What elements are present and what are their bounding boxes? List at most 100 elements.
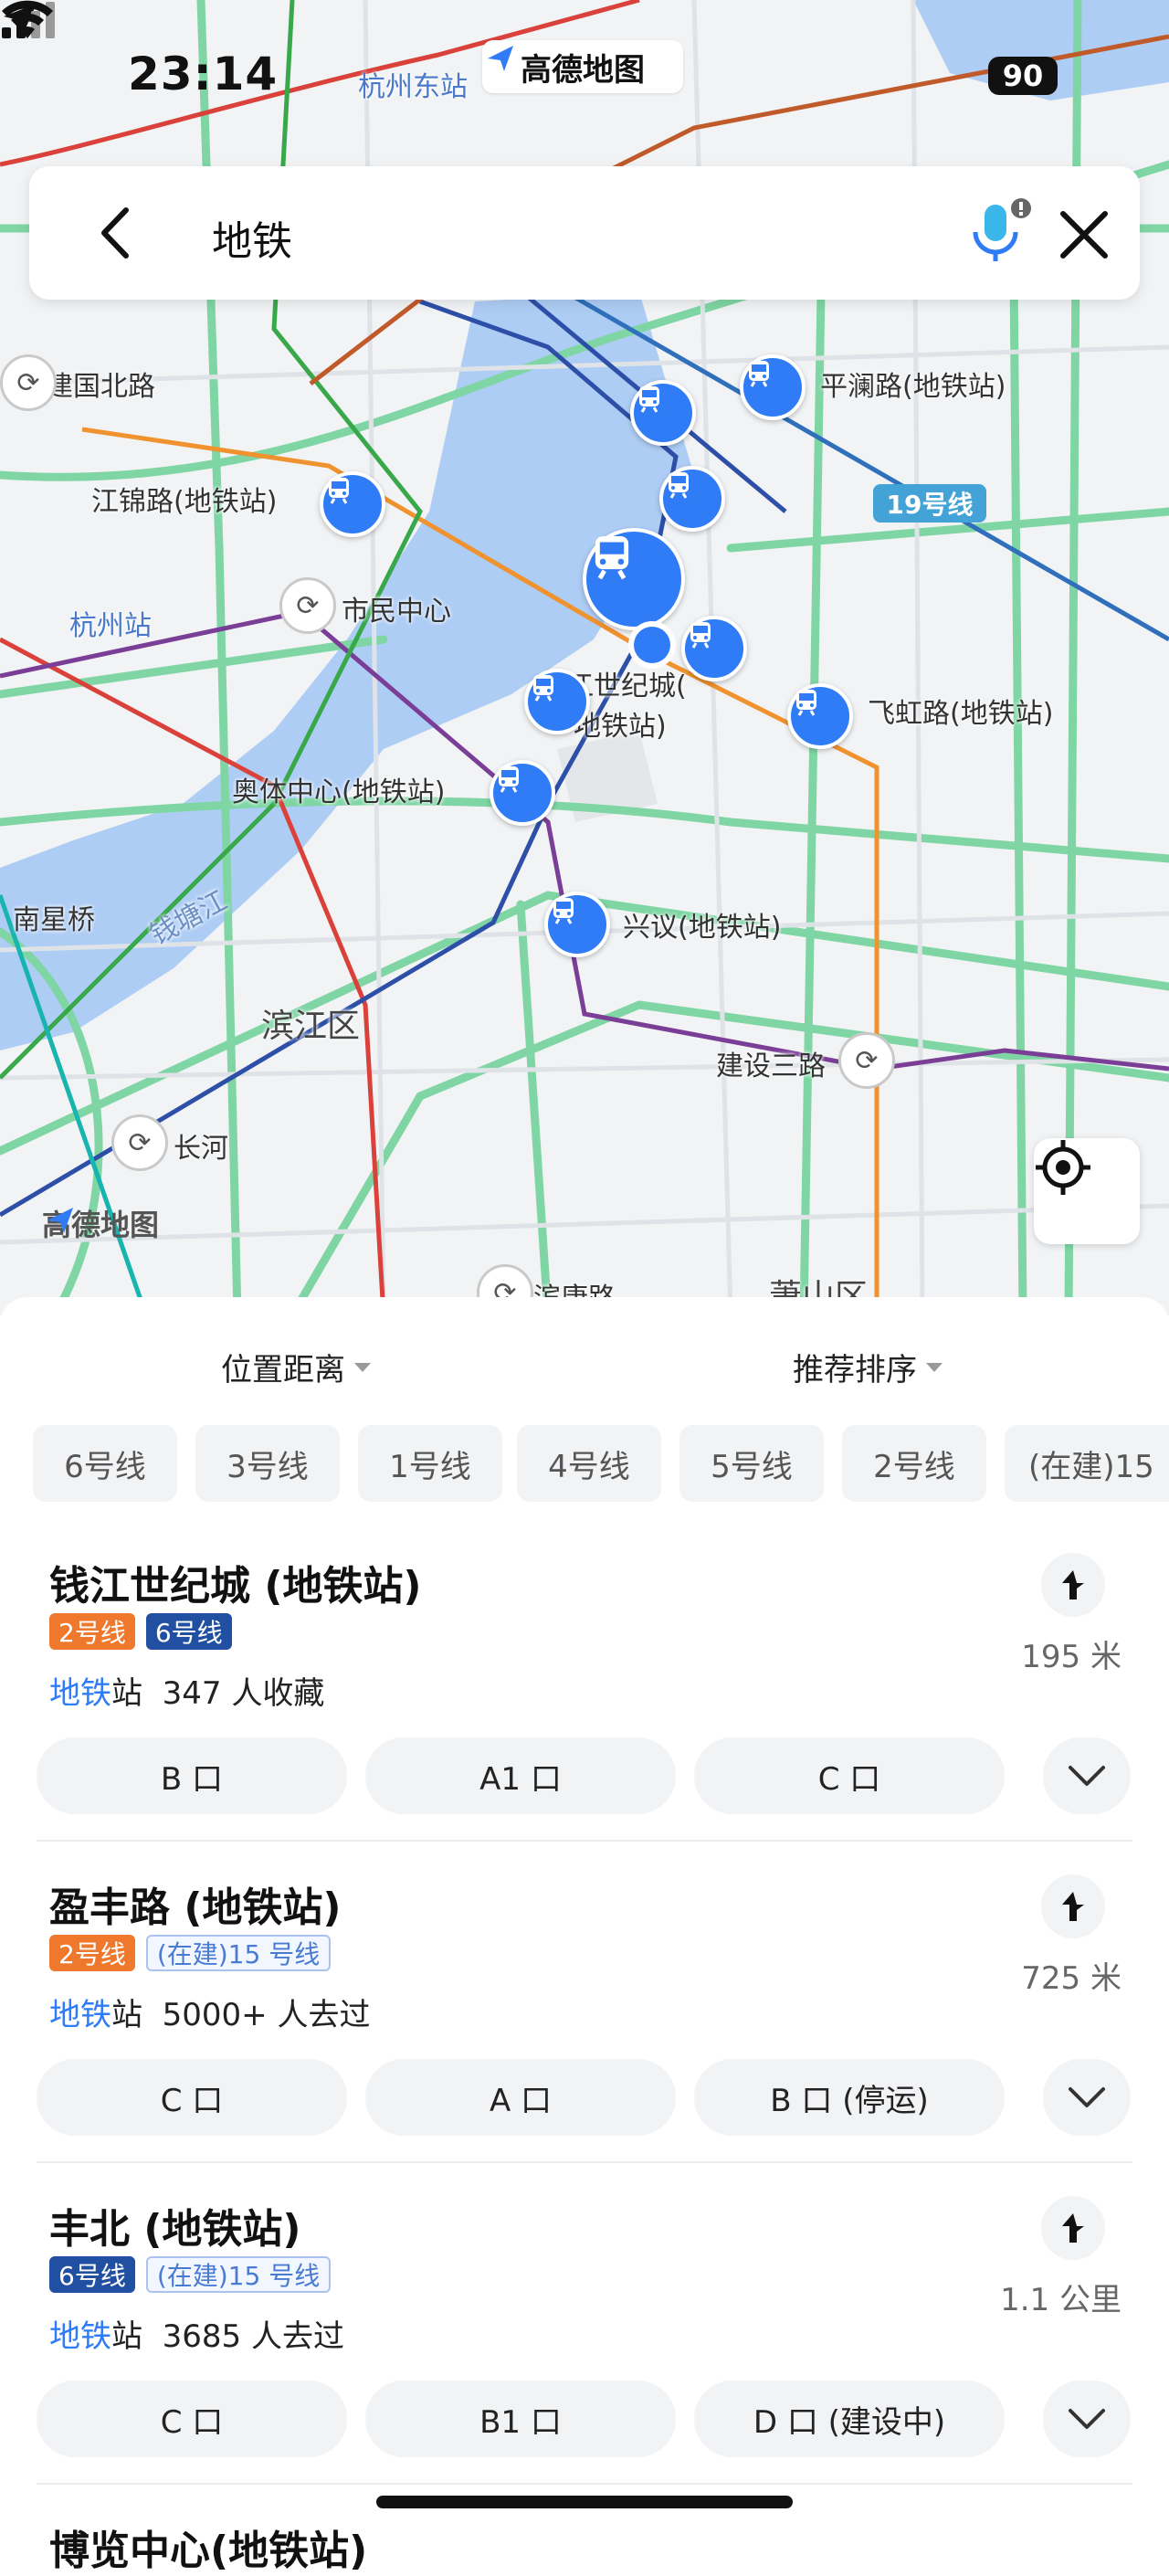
map-label-nanxing: 南星桥 bbox=[13, 904, 95, 936]
result-line-tags: 6号线 (在建)15 号线 bbox=[49, 2256, 332, 2295]
recommend-sort-dropdown[interactable]: 推荐排序 bbox=[793, 1345, 943, 1389]
distance-filter-label: 位置距离 bbox=[221, 1352, 345, 1388]
exit-buttons: C 口 B1 口 D 口 (建设中) bbox=[37, 2381, 1132, 2457]
result-meta: 地铁站 3685 人去过 bbox=[49, 2311, 344, 2356]
line-filter-chips: 6号线 3号线 1号线 4号线 5号线 2号线 (在建)15 bbox=[33, 1425, 1169, 1502]
station-pin-icon[interactable] bbox=[630, 380, 696, 446]
recommend-sort-label: 推荐排序 bbox=[793, 1352, 917, 1388]
home-indicator[interactable] bbox=[376, 2496, 793, 2508]
result-keyword: 地铁 bbox=[49, 1675, 111, 1712]
chip-line-6[interactable]: 6号线 bbox=[33, 1425, 177, 1502]
map-label-binjiang: 滨江区 bbox=[261, 1008, 361, 1045]
station-pin-icon[interactable] bbox=[490, 760, 555, 826]
divider bbox=[37, 1840, 1132, 1842]
map-label-feihong: 飞虹路(地铁站) bbox=[868, 698, 1054, 730]
exit-button[interactable]: B 口 bbox=[37, 1737, 347, 1814]
locate-me-button[interactable] bbox=[1034, 1138, 1140, 1244]
chip-line-4[interactable]: 4号线 bbox=[517, 1425, 661, 1502]
back-arrow-icon[interactable] bbox=[86, 201, 150, 265]
transfer-station-icon[interactable]: ⟳ bbox=[279, 577, 336, 634]
result-keyword: 地铁 bbox=[49, 2318, 111, 2355]
expand-exits-button[interactable] bbox=[1043, 1737, 1131, 1814]
expand-exits-button[interactable] bbox=[1043, 2381, 1131, 2457]
results-sheet: 位置距离 推荐排序 6号线 3号线 1号线 4号线 5号线 2号线 (在建)15… bbox=[0, 1297, 1169, 2534]
app-name: 高德地图 bbox=[521, 51, 645, 89]
battery-indicator: 90 bbox=[988, 57, 1058, 95]
line-tag: (在建)15 号线 bbox=[145, 2256, 332, 2293]
station-pin-icon[interactable] bbox=[659, 466, 725, 532]
sort-row: 位置距离 推荐排序 bbox=[0, 1345, 1169, 1418]
chip-line-1[interactable]: 1号线 bbox=[358, 1425, 502, 1502]
exit-button[interactable]: C 口 bbox=[37, 2381, 347, 2457]
result-distance: 195 米 bbox=[1021, 1639, 1122, 1675]
turn-arrow-icon bbox=[1062, 1570, 1084, 1599]
result-name: 盈丰路 (地铁站) bbox=[49, 1884, 342, 1931]
chip-line-5[interactable]: 5号线 bbox=[679, 1425, 824, 1502]
result-meta: 地铁站 5000+ 人去过 bbox=[49, 1990, 370, 2034]
search-bar: 地铁 bbox=[29, 166, 1140, 300]
line-tag: 2号线 bbox=[49, 1935, 135, 1971]
transfer-station-icon[interactable]: ⟳ bbox=[0, 354, 57, 411]
directions-button[interactable] bbox=[1041, 2196, 1105, 2260]
result-category: 站 bbox=[111, 2318, 142, 2355]
divider bbox=[37, 2161, 1132, 2163]
transfer-station-icon[interactable]: ⟳ bbox=[111, 1114, 168, 1171]
result-line-tags: 2号线 (在建)15 号线 bbox=[49, 1935, 332, 1973]
exit-button[interactable]: B 口 (停运) bbox=[694, 2059, 1005, 2136]
result-distance: 725 米 bbox=[1021, 1960, 1122, 1997]
divider bbox=[37, 2483, 1132, 2485]
exit-button[interactable]: D 口 (建设中) bbox=[694, 2381, 1005, 2457]
crosshair-icon bbox=[1036, 1140, 1090, 1195]
close-icon[interactable] bbox=[1052, 203, 1116, 267]
result-category: 站 bbox=[111, 1997, 142, 2033]
next-result-peek[interactable]: 博览中心(地铁站) bbox=[49, 2518, 367, 2576]
distance-filter-dropdown[interactable]: 位置距离 bbox=[221, 1345, 371, 1389]
station-pin-icon[interactable] bbox=[524, 669, 590, 734]
map-label-jianguo-north: 建国北路 bbox=[46, 371, 155, 403]
turn-arrow-icon bbox=[1062, 1892, 1084, 1921]
app-return-pill[interactable]: 高德地图 bbox=[482, 40, 683, 93]
amap-watermark-icon bbox=[47, 1208, 73, 1233]
map-label-pinglan: 平澜路(地铁站) bbox=[820, 371, 1006, 403]
result-item[interactable]: 丰北 (地铁站) 6号线 (在建)15 号线 地铁站 3685 人去过 1.1 … bbox=[0, 2196, 1169, 2518]
exit-button[interactable]: A 口 bbox=[365, 2059, 676, 2136]
result-name: 钱江世纪城 (地铁站) bbox=[49, 1563, 422, 1610]
chevron-down-icon bbox=[1069, 2087, 1105, 2107]
chip-line-2[interactable]: 2号线 bbox=[842, 1425, 986, 1502]
result-line-tags: 2号线 6号线 bbox=[49, 1613, 232, 1652]
station-pin-icon[interactable] bbox=[740, 354, 806, 420]
station-pin-icon[interactable] bbox=[320, 471, 385, 537]
station-pin-icon[interactable] bbox=[787, 683, 853, 749]
directions-button[interactable] bbox=[1041, 1553, 1105, 1617]
map-view[interactable]: 23:14 高德地图 90 地铁 杭州东站 建国北路 平澜路(地铁站) 江锦路(… bbox=[0, 0, 1169, 1315]
selected-station-pin-icon[interactable] bbox=[583, 528, 685, 630]
chip-line-15-under-construction[interactable]: (在建)15 bbox=[1005, 1425, 1169, 1502]
result-item[interactable]: 钱江世纪城 (地铁站) 2号线 6号线 地铁站 347 人收藏 195 米 B … bbox=[0, 1553, 1169, 1874]
map-label-hangzhou-station: 杭州站 bbox=[69, 610, 152, 642]
chip-line-3[interactable]: 3号线 bbox=[195, 1425, 340, 1502]
caret-down-icon bbox=[926, 1362, 943, 1372]
result-stat: 347 人收藏 bbox=[162, 1675, 325, 1712]
map-label-jianshe3: 建设三路 bbox=[716, 1050, 826, 1082]
station-pin-icon[interactable] bbox=[681, 616, 747, 681]
result-stat: 5000+ 人去过 bbox=[162, 1997, 371, 2033]
exit-button[interactable]: B1 口 bbox=[365, 2381, 676, 2457]
expand-exits-button[interactable] bbox=[1043, 2059, 1131, 2136]
map-label-changhe: 长河 bbox=[174, 1133, 228, 1165]
turn-arrow-icon bbox=[1062, 2213, 1084, 2243]
chevron-down-icon bbox=[1069, 1766, 1105, 1786]
map-watermark: 高德地图 bbox=[42, 1202, 159, 1244]
line-19-badge: 19号线 bbox=[873, 484, 986, 523]
map-label-aoti: 奥体中心(地铁站) bbox=[232, 776, 446, 808]
transfer-station-icon[interactable]: ⟳ bbox=[838, 1032, 895, 1089]
result-item[interactable]: 盈丰路 (地铁站) 2号线 (在建)15 号线 地铁站 5000+ 人去过 72… bbox=[0, 1874, 1169, 2196]
directions-button[interactable] bbox=[1041, 1874, 1105, 1938]
exit-button[interactable]: A1 口 bbox=[365, 1737, 676, 1814]
current-location-dot-icon bbox=[628, 621, 676, 669]
station-pin-icon[interactable] bbox=[544, 892, 610, 957]
exit-button[interactable]: C 口 bbox=[694, 1737, 1005, 1814]
map-label-shimin: 市民中心 bbox=[342, 596, 451, 628]
search-query[interactable]: 地铁 bbox=[212, 208, 292, 267]
voice-search-icon[interactable] bbox=[963, 195, 1036, 269]
exit-button[interactable]: C 口 bbox=[37, 2059, 347, 2136]
